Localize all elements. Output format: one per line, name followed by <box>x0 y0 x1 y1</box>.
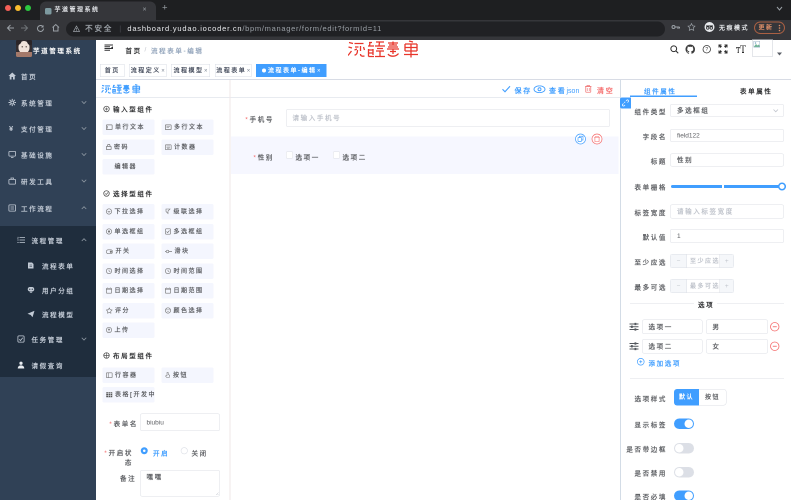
svg-text:?: ? <box>705 47 708 53</box>
